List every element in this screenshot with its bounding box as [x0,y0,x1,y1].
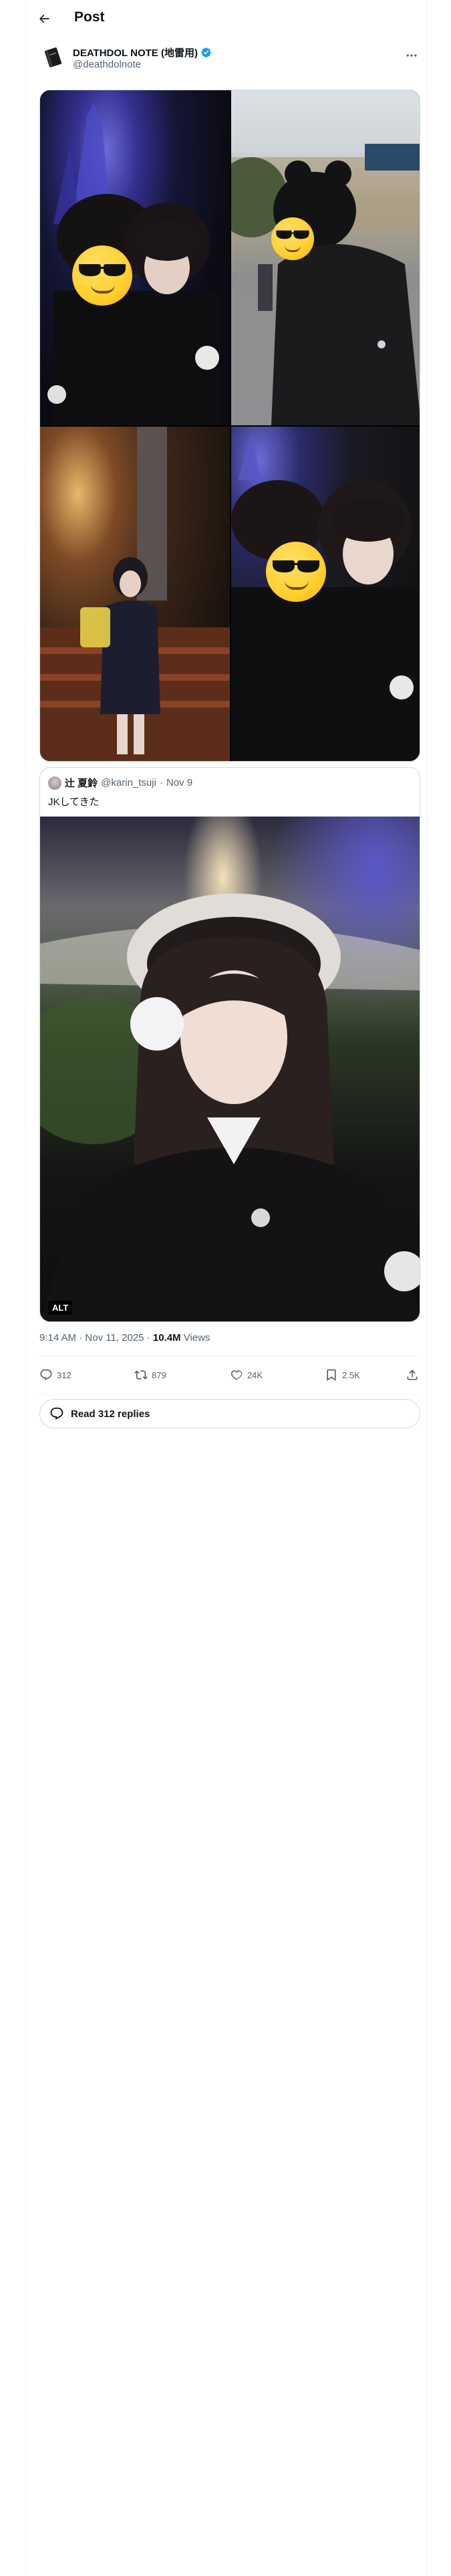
page-title: Post [74,9,105,25]
sunglasses-emoji-icon [72,245,132,306]
reply-count: 312 [57,1370,71,1380]
back-button[interactable] [34,9,54,29]
top-bar: Post [26,0,428,36]
author-name-row[interactable]: DEATHDOL NOTE (地雷用) [73,45,212,60]
post-media-grid [39,90,420,762]
like-count: 24K [247,1370,263,1380]
read-replies-button[interactable]: Read 312 replies [39,1399,420,1428]
arrow-left-icon [39,14,49,23]
meta-dot: · [79,1332,86,1344]
quoted-dot-separator: · [159,777,163,788]
sunglasses-emoji-icon [271,217,314,260]
repost-button[interactable]: 879 [134,1360,166,1390]
author-handle[interactable]: @deathdolnote [73,59,141,70]
more-dots-icon [406,54,417,57]
post-meta: 9:14 AM · Nov 11, 2025 · 10.4M Views [39,1332,210,1344]
bookmark-count: 2.5K [342,1370,360,1380]
quoted-post[interactable]: 辻 夏鈴 @karin_tsuji · Nov 9 JKしてきた ALT [39,767,420,1322]
read-replies-label: Read 312 replies [71,1408,150,1420]
post-time[interactable]: 9:14 AM [39,1332,76,1344]
author-name[interactable]: DEATHDOL NOTE (地雷用) [73,45,198,60]
post-photo-4[interactable] [231,427,420,761]
heart-icon [231,1370,243,1380]
share-icon [407,1370,418,1380]
post-photo-1[interactable] [40,90,230,425]
bookmark-icon [327,1369,336,1382]
photo-4-art [231,433,420,761]
repost-count: 879 [152,1370,166,1380]
photo-1-art [47,104,220,425]
bookmark-button[interactable]: 2.5K [325,1360,360,1390]
death-note-book-icon [39,44,66,71]
avatar[interactable] [39,44,66,71]
quoted-date: Nov 9 [166,777,193,788]
verified-badge-icon [201,47,211,58]
meta-dot: · [146,1332,153,1344]
quoted-post-header: 辻 夏鈴 @karin_tsuji · Nov 9 [48,776,192,790]
photo-2-art [231,144,420,425]
views-label: Views [183,1332,210,1344]
quoted-avatar [48,776,61,790]
like-button[interactable]: 24K [230,1360,263,1390]
post-date[interactable]: Nov 11, 2025 [85,1332,144,1344]
post-photo-3[interactable] [40,427,230,761]
action-bar: 312 879 24K 2.5K [39,1360,420,1390]
views-count: 10.4M [152,1332,181,1344]
reply-button[interactable]: 312 [39,1360,71,1390]
share-button[interactable] [406,1360,419,1390]
quoted-author-name: 辻 夏鈴 [65,778,98,789]
photo-3-art [40,427,230,761]
divider [39,1394,420,1395]
quoted-photo[interactable]: ALT [40,817,420,1321]
repost-icon [134,1370,148,1380]
more-options-button[interactable] [403,47,420,64]
quoted-author-handle: @karin_tsuji [101,777,156,788]
quoted-photo-art [40,893,420,1321]
sunglasses-emoji-icon [266,542,326,602]
alt-text-badge[interactable]: ALT [48,1301,73,1315]
post-author: DEATHDOL NOTE (地雷用) @deathdolnote [39,41,420,75]
reply-icon [40,1369,52,1381]
chat-bubble-icon [50,1407,63,1420]
quoted-text: JKしてきた [48,796,100,808]
main-column: Post DEATHDOL NOTE (地雷用) @deathdolnote 辻… [25,0,428,2576]
post-photo-2[interactable] [231,90,420,425]
